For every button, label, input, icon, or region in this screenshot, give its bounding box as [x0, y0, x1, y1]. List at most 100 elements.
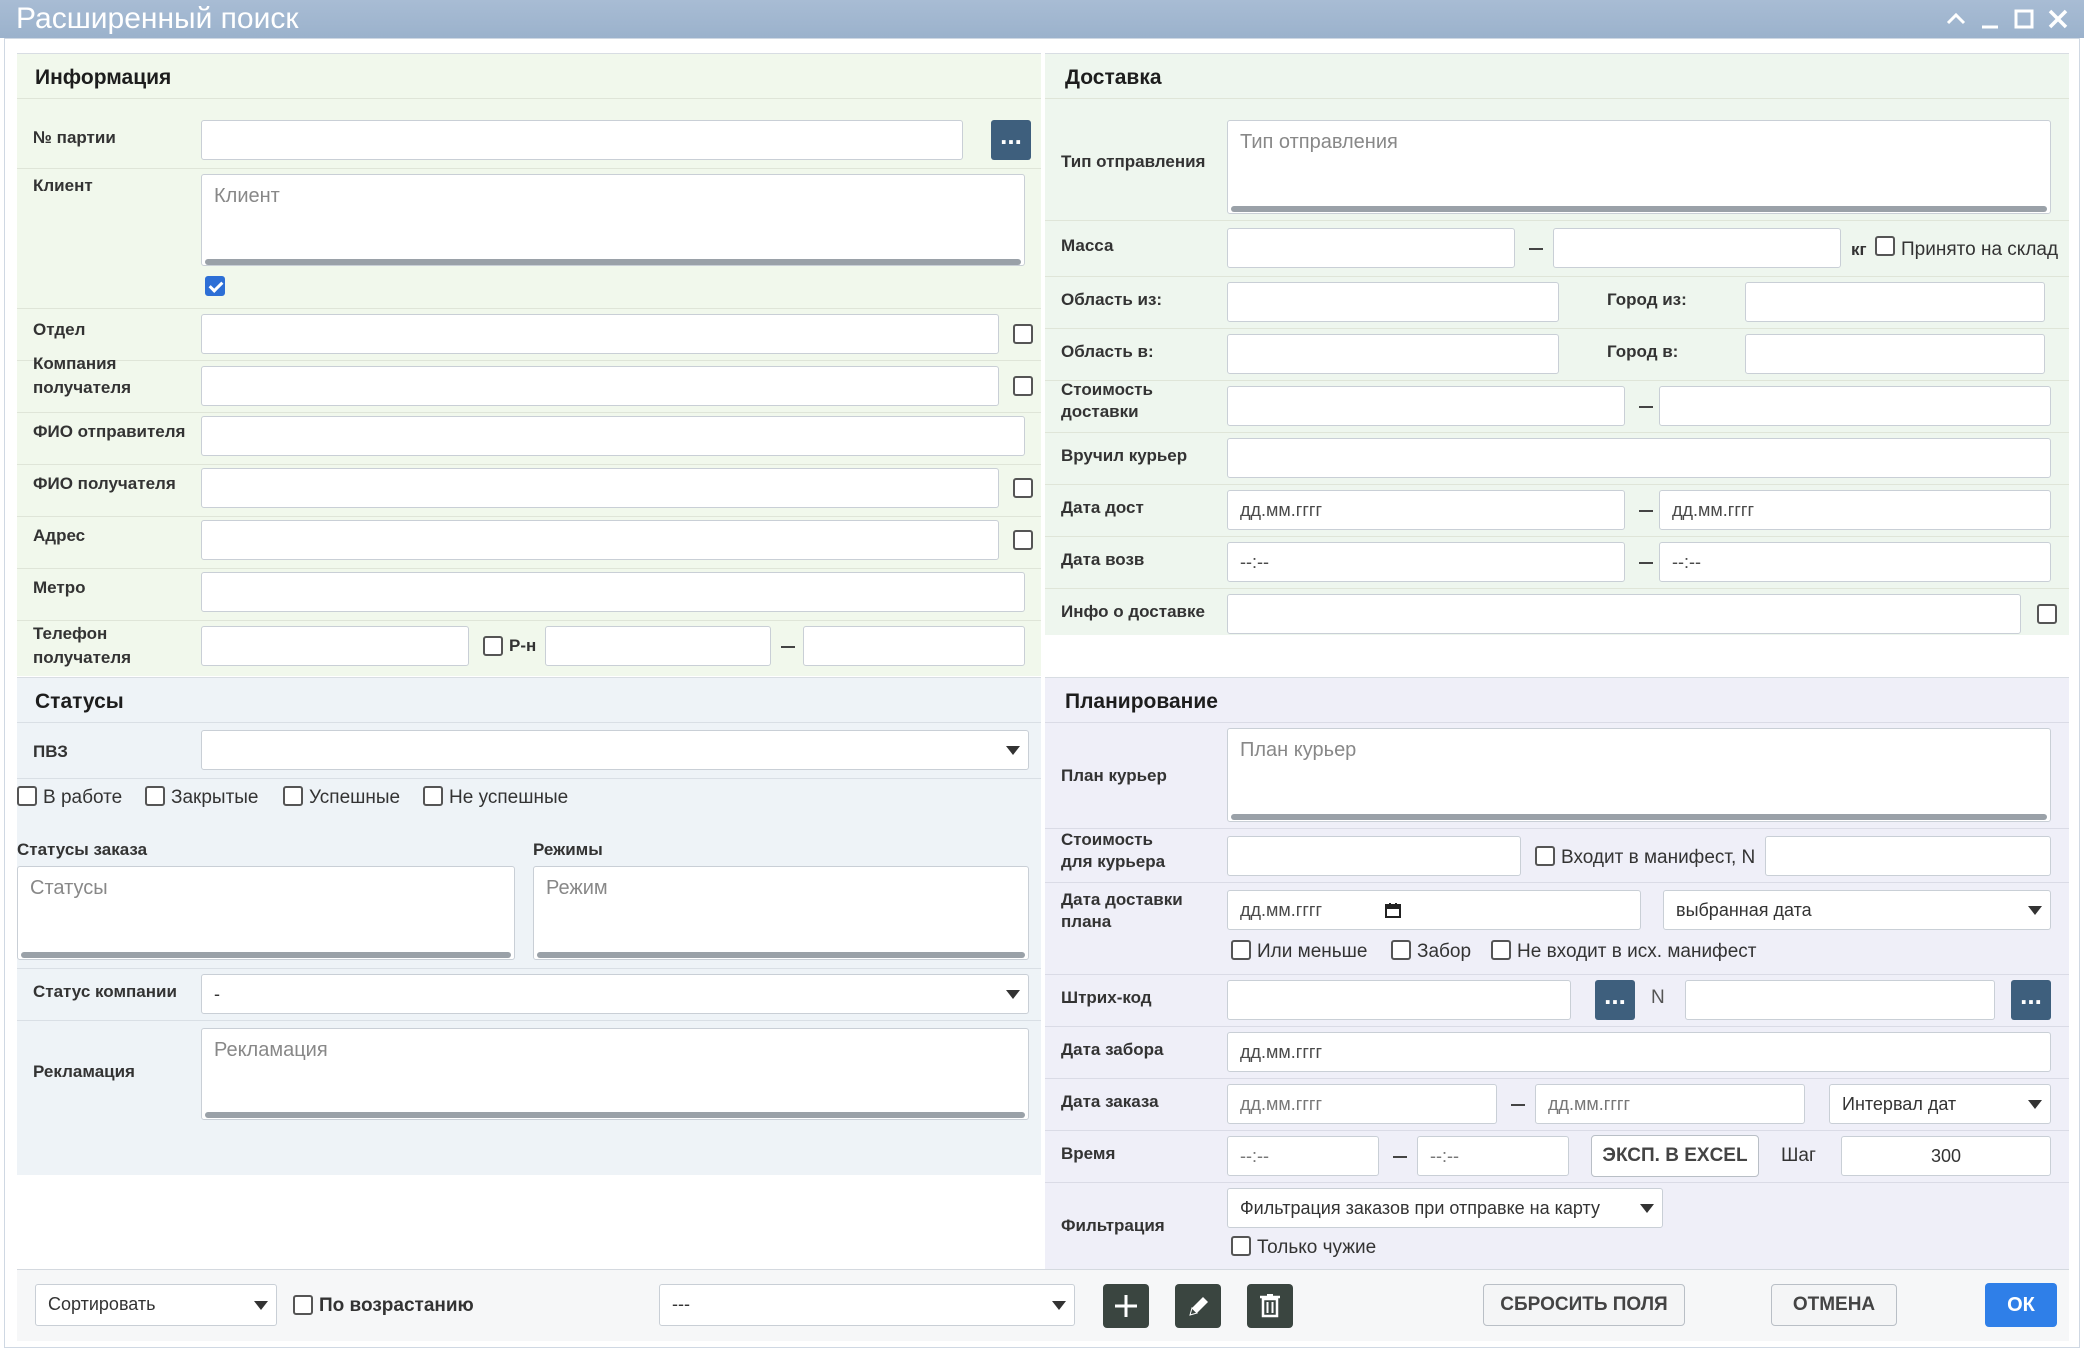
recipient-checkbox[interactable] — [1013, 478, 1033, 498]
sender-input[interactable] — [201, 416, 1025, 456]
company-status-select[interactable]: - — [201, 974, 1029, 1014]
phone-label-line2: получателя — [33, 648, 132, 667]
city-from-input[interactable] — [1745, 282, 2045, 322]
barcode-browse-button[interactable]: ... — [1595, 980, 1635, 1020]
address-checkbox[interactable] — [1013, 530, 1033, 550]
client-checkbox[interactable] — [205, 276, 225, 296]
claim-textarea[interactable] — [201, 1028, 1029, 1120]
delivery-date-to-input[interactable] — [1659, 490, 2051, 530]
cost-to-input[interactable] — [1659, 386, 2051, 426]
time-to-input[interactable] — [1417, 1136, 1569, 1176]
order-date-to-input[interactable] — [1535, 1084, 1805, 1124]
time-from-input[interactable] — [1227, 1136, 1379, 1176]
divider — [17, 168, 1041, 169]
edit-preset-button[interactable] — [1175, 1284, 1221, 1328]
divider — [17, 516, 1041, 517]
ascending-checkbox[interactable] — [293, 1295, 313, 1315]
interval-select[interactable]: Интервал дат — [1829, 1084, 2051, 1124]
metro-input[interactable] — [201, 572, 1025, 612]
textarea-scrollbar[interactable] — [205, 259, 1021, 265]
return-time-to-input[interactable] — [1659, 542, 2051, 582]
district-to-input[interactable] — [803, 626, 1025, 666]
pvz-label: ПВЗ — [33, 742, 68, 761]
plan-date-input[interactable] — [1227, 890, 1641, 930]
close-icon[interactable] — [2046, 7, 2070, 31]
delete-preset-button[interactable] — [1247, 1284, 1293, 1328]
district-from-input[interactable] — [545, 626, 771, 666]
failed-checkbox[interactable] — [423, 786, 443, 806]
closed-checkbox[interactable] — [145, 786, 165, 806]
in-work-checkbox[interactable] — [17, 786, 37, 806]
manifest-number-input[interactable] — [1765, 836, 2051, 876]
textarea-scrollbar[interactable] — [1231, 814, 2047, 820]
collapse-icon[interactable] — [1944, 7, 1968, 31]
reset-fields-button[interactable]: СБРОСИТЬ ПОЛЯ — [1483, 1284, 1685, 1326]
company-input[interactable] — [201, 366, 999, 406]
accepted-checkbox[interactable] — [1875, 236, 1895, 256]
claim-label: Рекламация — [33, 1062, 135, 1081]
divider — [1045, 828, 2069, 829]
manifest-checkbox[interactable] — [1535, 846, 1555, 866]
region-to-input[interactable] — [1227, 334, 1559, 374]
pickup-checkbox[interactable] — [1391, 940, 1411, 960]
barcode-n-browse-button[interactable]: ... — [2011, 980, 2051, 1020]
only-foreign-label: Только чужие — [1257, 1237, 1377, 1258]
mass-from-input[interactable] — [1227, 228, 1515, 268]
company-checkbox[interactable] — [1013, 376, 1033, 396]
step-input[interactable]: 300 — [1841, 1136, 2051, 1176]
district-checkbox[interactable] — [483, 636, 503, 656]
delivery-info-input[interactable] — [1227, 594, 2021, 634]
dept-checkbox[interactable] — [1013, 324, 1033, 344]
cost-from-input[interactable] — [1227, 386, 1625, 426]
address-input[interactable] — [201, 520, 999, 560]
add-preset-button[interactable] — [1103, 1284, 1149, 1328]
order-date-from-input[interactable] — [1227, 1084, 1497, 1124]
delivery-info-checkbox[interactable] — [2037, 604, 2057, 624]
return-time-from-input[interactable] — [1227, 542, 1625, 582]
region-from-input[interactable] — [1227, 282, 1559, 322]
modes-textarea[interactable] — [533, 866, 1029, 960]
city-to-input[interactable] — [1745, 334, 2045, 374]
barcode-input[interactable] — [1227, 980, 1571, 1020]
courier-handed-input[interactable] — [1227, 438, 2051, 478]
client-textarea[interactable] — [201, 174, 1025, 266]
mass-to-input[interactable] — [1553, 228, 1841, 268]
pickup-date-input[interactable] — [1227, 1032, 2051, 1072]
courier-cost-label-line2: для курьера — [1061, 852, 1166, 871]
divider — [1045, 1026, 2069, 1027]
textarea-scrollbar[interactable] — [537, 952, 1025, 958]
plan-courier-textarea[interactable] — [1227, 728, 2051, 822]
textarea-scrollbar[interactable] — [205, 1112, 1025, 1118]
delivery-section: Доставка Тип отправления Масса кг Принят… — [1045, 53, 2069, 635]
recipient-input[interactable] — [201, 468, 999, 508]
divider — [1045, 536, 2069, 537]
order-status-textarea[interactable] — [17, 866, 515, 960]
export-excel-button[interactable]: ЭКСП. В EXCEL — [1591, 1135, 1759, 1177]
dialog-body: Информация № партии ... Клиент Отдел Ком… — [4, 38, 2080, 1348]
batch-input[interactable] — [201, 120, 963, 160]
batch-browse-button[interactable]: ... — [991, 120, 1031, 160]
success-checkbox[interactable] — [283, 786, 303, 806]
courier-cost-label-line1: Стоимость — [1061, 830, 1153, 849]
courier-cost-input[interactable] — [1227, 836, 1521, 876]
ship-type-textarea[interactable] — [1227, 120, 2051, 214]
preset-select[interactable]: --- — [659, 1284, 1075, 1326]
date-mode-select[interactable]: выбранная дата — [1663, 890, 2051, 930]
ok-button[interactable]: ОК — [1985, 1283, 2057, 1327]
delivery-date-from-input[interactable] — [1227, 490, 1625, 530]
only-foreign-checkbox[interactable] — [1231, 1236, 1251, 1256]
calendar-icon[interactable] — [1385, 902, 1401, 918]
cancel-button[interactable]: ОТМЕНА — [1771, 1284, 1897, 1326]
not-in-manifest-checkbox[interactable] — [1491, 940, 1511, 960]
minimize-icon[interactable] — [1978, 7, 2002, 31]
textarea-scrollbar[interactable] — [1231, 206, 2047, 212]
pvz-select[interactable] — [201, 730, 1029, 770]
sort-select[interactable]: Сортировать — [35, 1284, 277, 1326]
barcode-n-input[interactable] — [1685, 980, 1995, 1020]
maximize-icon[interactable] — [2012, 7, 2036, 31]
phone-input[interactable] — [201, 626, 469, 666]
dept-input[interactable] — [201, 314, 999, 354]
or-less-checkbox[interactable] — [1231, 940, 1251, 960]
filter-select[interactable]: Фильтрация заказов при отправке на карту — [1227, 1188, 1663, 1228]
textarea-scrollbar[interactable] — [21, 952, 511, 958]
